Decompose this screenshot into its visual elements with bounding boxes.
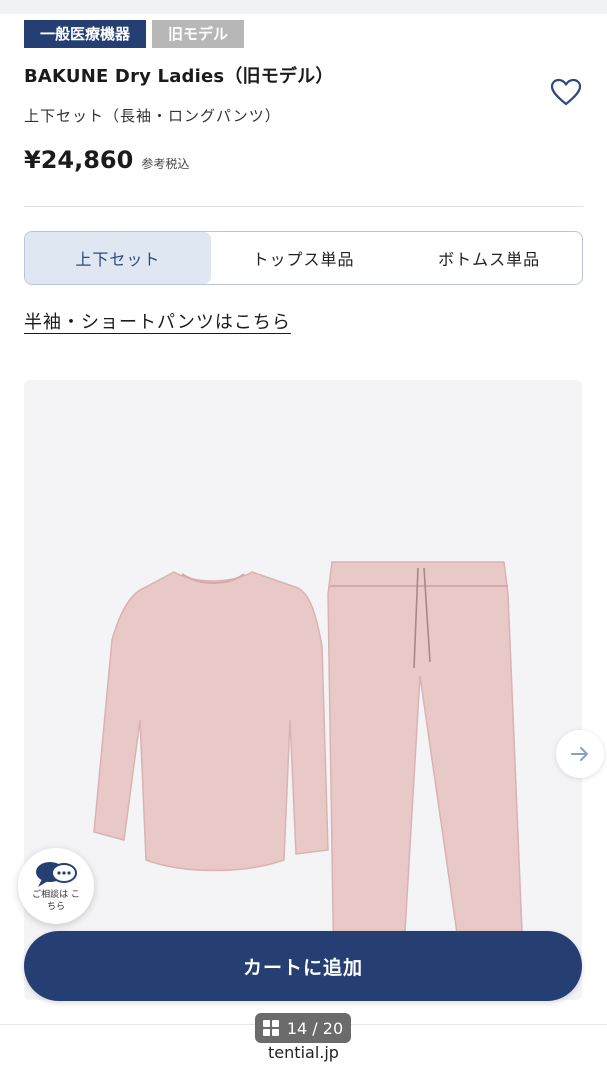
tab-tops[interactable]: トップス単品 <box>211 232 397 284</box>
top-strip <box>0 0 607 14</box>
add-to-cart-button[interactable]: カートに追加 <box>24 931 582 1001</box>
price-row: ¥24,860 参考税込 <box>24 146 189 174</box>
product-subtitle: 上下セット（長袖・ロングパンツ） <box>24 107 281 125</box>
old-model-badge: 旧モデル <box>152 20 245 48</box>
divider <box>24 206 583 207</box>
site-domain: tential.jp <box>268 1043 339 1062</box>
product-image-gallery <box>24 380 582 1000</box>
chat-bubbles-icon <box>36 862 77 887</box>
product-image <box>93 561 524 983</box>
page-counter[interactable]: 14 / 20 <box>255 1013 351 1043</box>
next-image-button[interactable] <box>556 730 604 778</box>
top-garment-shape <box>93 571 329 872</box>
variant-tabs: 上下セット トップス単品 ボトムス単品 <box>24 231 583 285</box>
tax-note: 参考税込 <box>141 157 190 171</box>
tab-bottoms[interactable]: ボトムス単品 <box>396 232 582 284</box>
medical-device-badge: 一般医療機器 <box>24 20 147 48</box>
short-sleeve-link[interactable]: 半袖・ショートパンツはこちら <box>24 308 291 334</box>
consult-button[interactable]: ご相談は こちら <box>18 848 94 924</box>
heart-icon <box>550 78 582 106</box>
price: ¥24,860 <box>24 146 134 174</box>
page-counter-text: 14 / 20 <box>286 1018 344 1038</box>
arrow-right-icon <box>571 747 588 761</box>
tab-set[interactable]: 上下セット <box>25 232 211 284</box>
favorite-button[interactable] <box>548 76 584 108</box>
consult-label: ご相談は こちら <box>32 890 80 912</box>
product-title: BAKUNE Dry Ladies（旧モデル） <box>24 66 334 87</box>
grid-icon <box>262 1020 279 1036</box>
badge-group: 一般医療機器 旧モデル <box>24 20 245 48</box>
pants-shape <box>327 561 524 983</box>
